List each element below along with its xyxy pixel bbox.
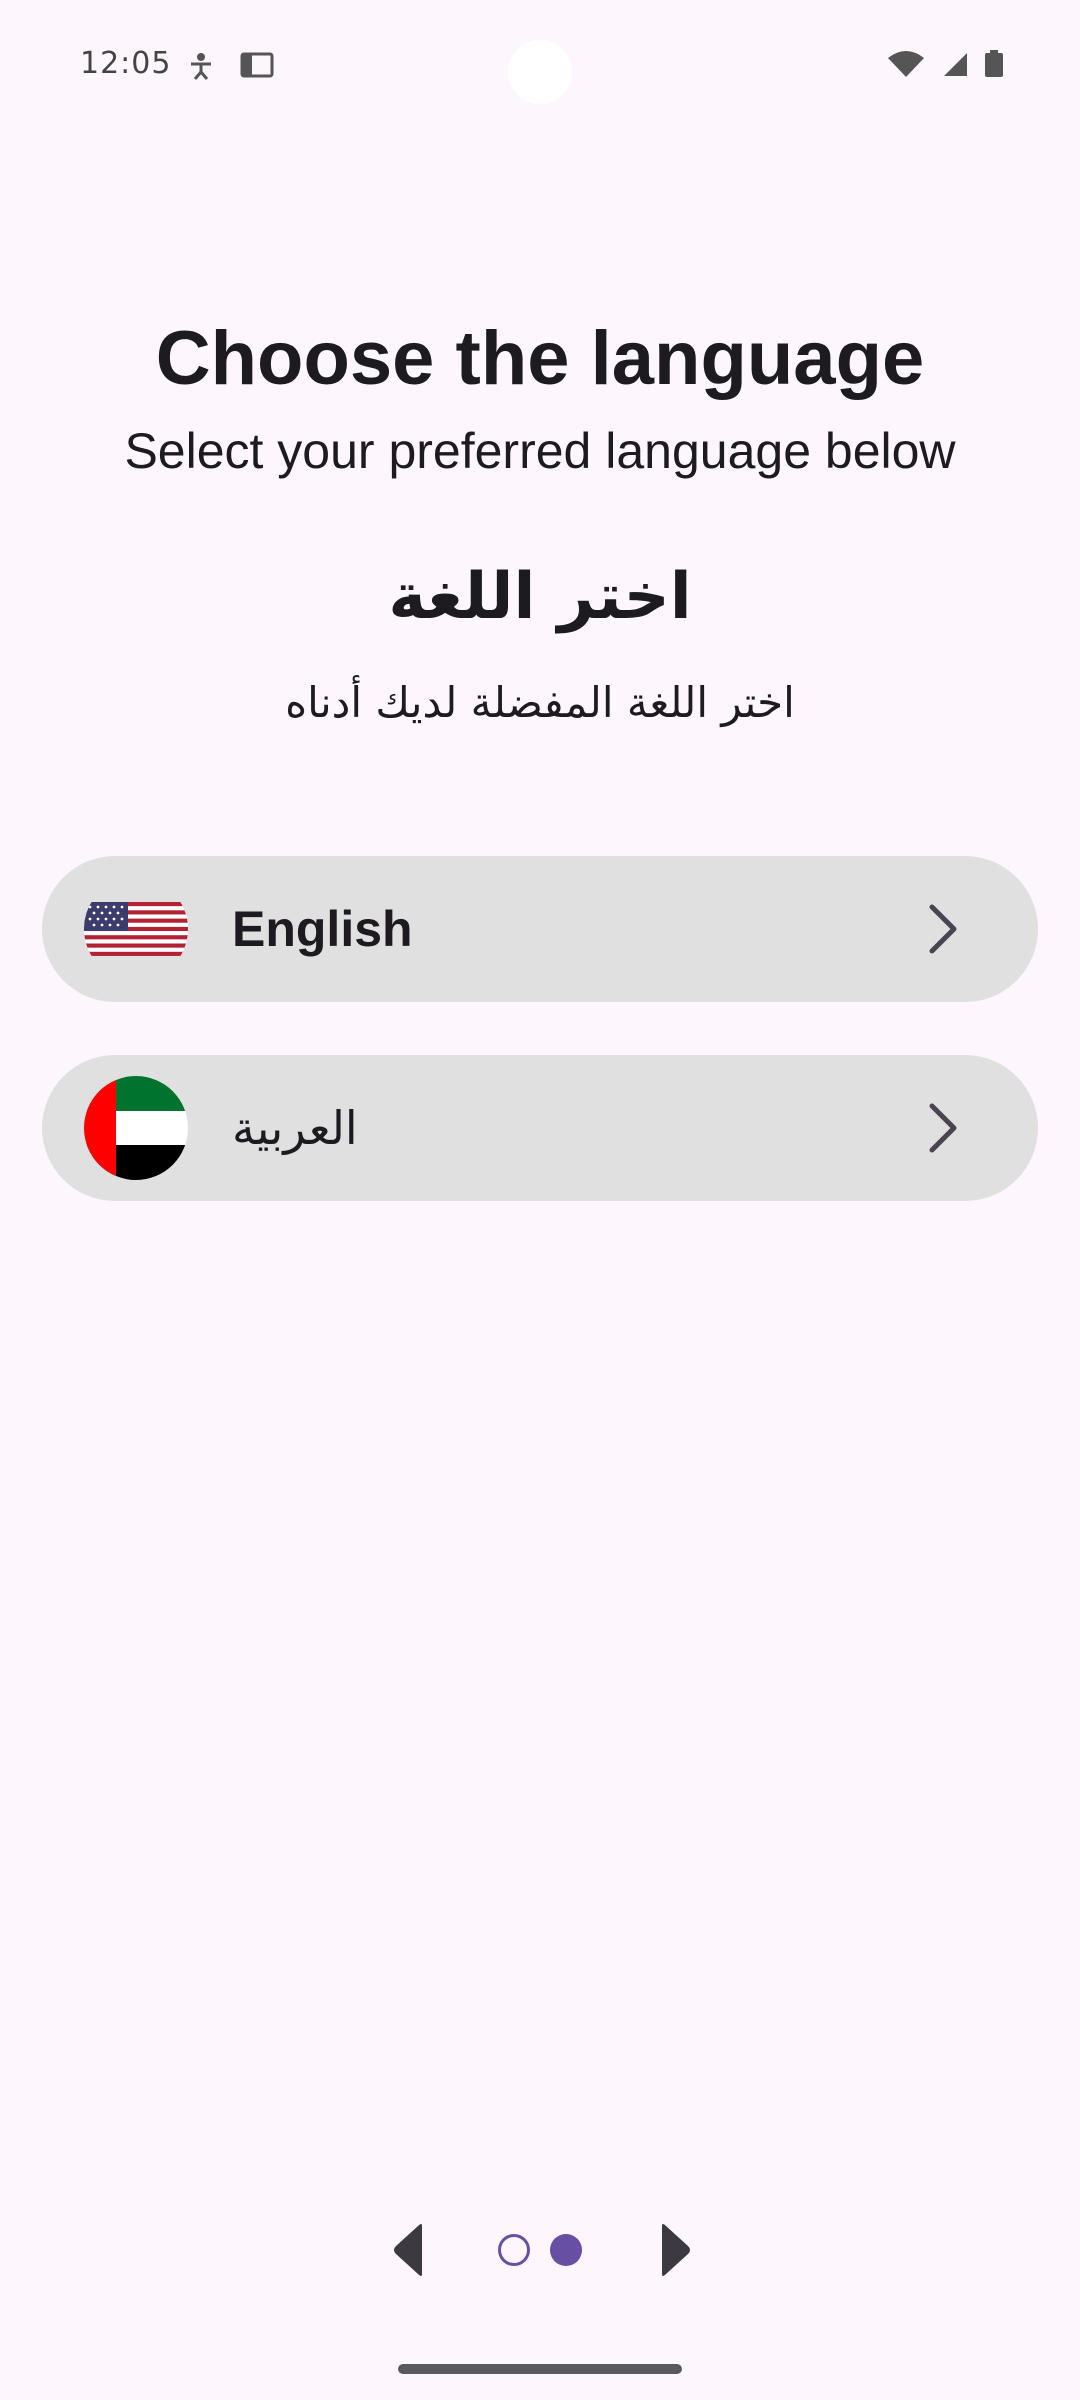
- page-title: Choose the language: [155, 316, 925, 401]
- status-time: 12:05: [80, 46, 172, 81]
- signal-icon: [942, 51, 968, 81]
- pager: [0, 2210, 1080, 2290]
- language-option-english[interactable]: English: [42, 856, 1038, 1002]
- accessibility-icon: [188, 52, 214, 84]
- us-flag-icon: [84, 877, 188, 981]
- uae-flag-icon: [84, 1076, 188, 1180]
- arrow-left-icon[interactable]: [388, 2222, 428, 2278]
- status-bar: 12:05: [0, 0, 1080, 130]
- screen-icon: [240, 52, 274, 82]
- status-icons: [886, 50, 1004, 82]
- language-label-arabic: العربية: [232, 1101, 358, 1155]
- language-option-arabic[interactable]: العربية: [42, 1055, 1038, 1201]
- home-indicator[interactable]: [398, 2364, 682, 2374]
- page-indicator-2-active[interactable]: [550, 2234, 582, 2266]
- page-subtitle-arabic: اختر اللغة المفضلة لديك أدناه: [285, 678, 795, 727]
- chevron-right-icon: [914, 1100, 970, 1156]
- page-title-arabic: اختر اللغة: [388, 560, 692, 634]
- arrow-right-icon[interactable]: [656, 2222, 696, 2278]
- camera-cutout: [508, 40, 572, 104]
- language-label-english: English: [232, 901, 413, 957]
- page-indicator-1[interactable]: [498, 2234, 530, 2266]
- page-subtitle: Select your preferred language below: [124, 423, 956, 479]
- wifi-icon: [886, 50, 926, 82]
- battery-icon: [984, 50, 1004, 82]
- chevron-right-icon: [914, 901, 970, 957]
